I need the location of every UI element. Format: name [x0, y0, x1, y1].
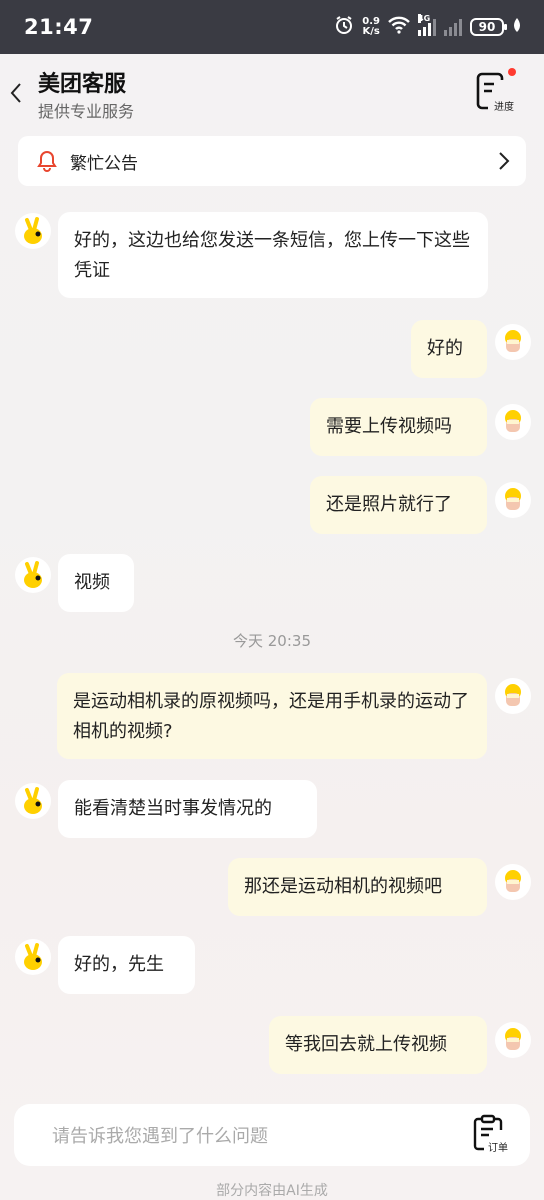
agent-avatar [15, 939, 51, 975]
notice-label: 繁忙公告 [70, 153, 138, 174]
ai-generated-note: 部分内容由AI生成 [216, 1183, 328, 1199]
kangaroo-mascot-icon [24, 787, 42, 814]
message-bubble-agent[interactable]: 能看清楚当时事发情况的 [58, 780, 317, 838]
user-avatar [495, 1022, 531, 1058]
user-avatar-icon [505, 1028, 521, 1050]
user-avatar [495, 404, 531, 440]
signal-4g-icon: 4G [418, 14, 436, 36]
message-bubble-agent[interactable]: 好的，这边也给您发送一条短信，您上传一下这些凭证 [58, 212, 488, 298]
notification-dot [508, 68, 516, 76]
kangaroo-mascot-icon [24, 943, 42, 970]
kangaroo-mascot-icon [24, 561, 42, 588]
message-bubble-user[interactable]: 是运动相机录的原视频吗，还是用手机录的运动了相机的视频? [57, 673, 487, 759]
user-avatar-icon [505, 684, 521, 706]
status-icons: 0.9 K/s 4G 90 [334, 14, 522, 39]
network-type: 4G [418, 14, 431, 23]
battery-icon: 90 [470, 18, 507, 36]
net-speed-unit: K/s [362, 26, 380, 37]
agent-avatar [15, 783, 51, 819]
message-bubble-user[interactable]: 好的 [411, 320, 487, 378]
chevron-left-icon [10, 83, 21, 103]
message-bubble-user[interactable]: 那还是运动相机的视频吧 [228, 858, 487, 916]
user-avatar [495, 864, 531, 900]
message-input-bar[interactable]: 请告诉我您遇到了什么问题 订单 [14, 1104, 530, 1166]
agent-avatar [15, 213, 51, 249]
chevron-right-icon [499, 152, 510, 170]
chat-timestamp: 今天 20:35 [233, 632, 311, 650]
back-button[interactable] [4, 78, 28, 108]
progress-label: 进度 [494, 102, 514, 113]
user-avatar-icon [505, 870, 521, 892]
page-subtitle: 提供专业服务 [38, 102, 135, 121]
wifi-icon [388, 16, 410, 38]
message-bubble-user[interactable]: 还是照片就行了 [310, 476, 487, 534]
bell-icon [37, 150, 57, 172]
user-avatar-icon [505, 488, 521, 510]
busy-notice[interactable]: 繁忙公告 [18, 136, 526, 186]
user-avatar [495, 482, 531, 518]
leaf-icon [512, 17, 522, 37]
message-bubble-agent[interactable]: 好的，先生 [58, 936, 195, 994]
alarm-icon [334, 15, 354, 39]
status-time: 21:47 [24, 15, 94, 39]
header: 美团客服 提供专业服务 进度 [0, 54, 544, 132]
order-button[interactable]: 订单 [472, 1113, 516, 1157]
signal-icon [444, 18, 462, 36]
net-speed: 0.9 K/s [362, 17, 380, 37]
user-avatar-icon [505, 330, 521, 352]
message-bubble-agent[interactable]: 视频 [58, 554, 134, 612]
battery-level: 90 [478, 20, 496, 34]
order-label: 订单 [488, 1143, 508, 1154]
user-avatar [495, 324, 531, 360]
message-input[interactable]: 请告诉我您遇到了什么问题 [52, 1122, 472, 1148]
message-bubble-user[interactable]: 需要上传视频吗 [310, 398, 487, 456]
kangaroo-mascot-icon [24, 217, 42, 244]
user-avatar-icon [505, 410, 521, 432]
message-bubble-user[interactable]: 等我回去就上传视频 [269, 1016, 487, 1074]
agent-avatar [15, 557, 51, 593]
page-title: 美团客服 [38, 72, 127, 97]
user-avatar [495, 678, 531, 714]
status-bar: 21:47 0.9 K/s 4G 90 [0, 0, 544, 54]
